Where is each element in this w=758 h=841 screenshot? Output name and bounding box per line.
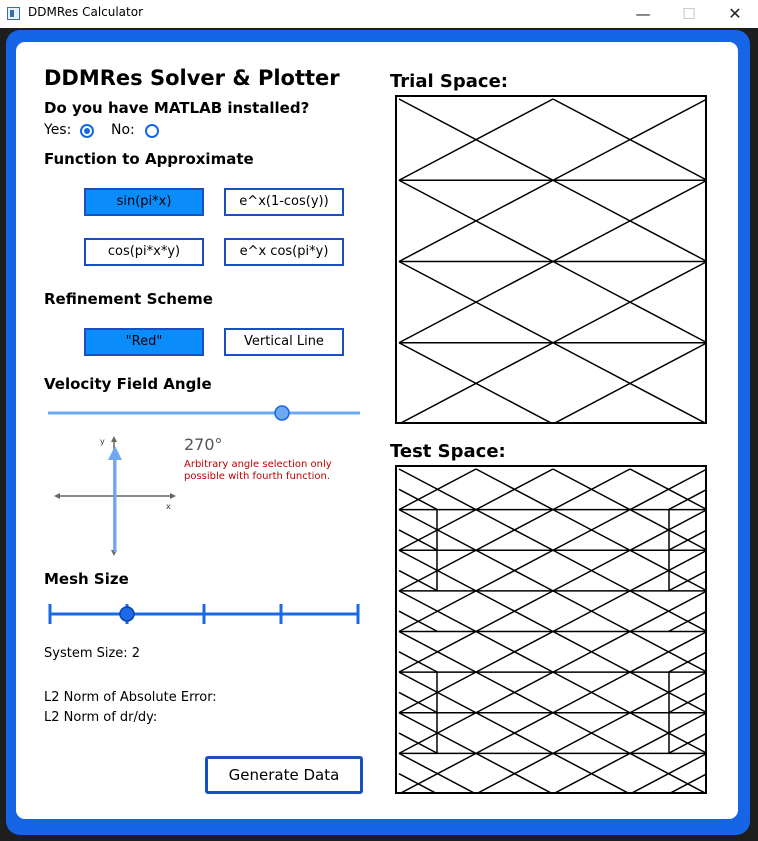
- refinement-vertical-line-button[interactable]: Vertical Line: [224, 328, 344, 356]
- close-button[interactable]: ✕: [712, 0, 758, 28]
- refinement-red-button[interactable]: "Red": [84, 328, 204, 356]
- x-axis-arrow-left: [54, 493, 60, 499]
- l2-dr-dy-text: L2 Norm of dr/dy:: [44, 710, 158, 725]
- matlab-yes-radio[interactable]: [80, 124, 94, 138]
- generate-data-button[interactable]: Generate Data: [205, 756, 363, 794]
- test-space-heading: Test Space:: [390, 441, 506, 462]
- velocity-axes-diagram: y x: [54, 436, 176, 556]
- test-space-mesh: [395, 465, 707, 794]
- mesh-size-slider[interactable]: [44, 600, 364, 628]
- velocity-heading: Velocity Field Angle: [44, 375, 212, 393]
- x-axis-arrow-right: [170, 493, 176, 499]
- minimize-button[interactable]: —: [620, 0, 666, 28]
- window-titlebar: DDMRes Calculator — ☐ ✕: [0, 0, 758, 28]
- velocity-vector-head: [108, 446, 122, 460]
- matlab-no-radio[interactable]: [145, 124, 159, 138]
- function-heading: Function to Approximate: [44, 150, 254, 168]
- matlab-yes-label: Yes:: [44, 122, 72, 138]
- mesh-slider-thumb[interactable]: [119, 606, 135, 622]
- trial-space-mesh: [395, 95, 707, 424]
- maximize-button[interactable]: ☐: [666, 0, 712, 28]
- system-size-text: System Size: 2: [44, 646, 141, 661]
- function-exp-cos-pi-y-button[interactable]: e^x cos(pi*y): [224, 238, 344, 266]
- function-exp-cos-y-button[interactable]: e^x(1-cos(y)): [224, 188, 344, 216]
- angle-readout: 270°: [184, 435, 223, 454]
- y-axis-arrow-up: [111, 436, 117, 442]
- axis-x-label: x: [166, 502, 171, 511]
- app-title: DDMRes Solver & Plotter: [44, 66, 340, 90]
- axis-y-label: y: [100, 437, 105, 446]
- angle-note-line-1: Arbitrary angle selection only: [184, 459, 332, 470]
- function-cos-button[interactable]: cos(pi*x*y): [84, 238, 204, 266]
- velocity-angle-slider[interactable]: [44, 402, 364, 426]
- l2-abs-error-text: L2 Norm of Absolute Error:: [44, 690, 217, 705]
- refinement-heading: Refinement Scheme: [44, 290, 213, 308]
- velocity-slider-thumb[interactable]: [274, 405, 290, 421]
- matlab-question: Do you have MATLAB installed?: [44, 99, 310, 117]
- window-title: DDMRes Calculator: [28, 5, 144, 19]
- mesh-size-heading: Mesh Size: [44, 570, 129, 588]
- trial-space-heading: Trial Space:: [390, 71, 509, 92]
- app-icon: [7, 7, 20, 20]
- function-sin-button[interactable]: sin(pi*x): [84, 188, 204, 216]
- matlab-no-label: No:: [111, 122, 135, 138]
- angle-note-line-2: possible with fourth function.: [184, 471, 331, 482]
